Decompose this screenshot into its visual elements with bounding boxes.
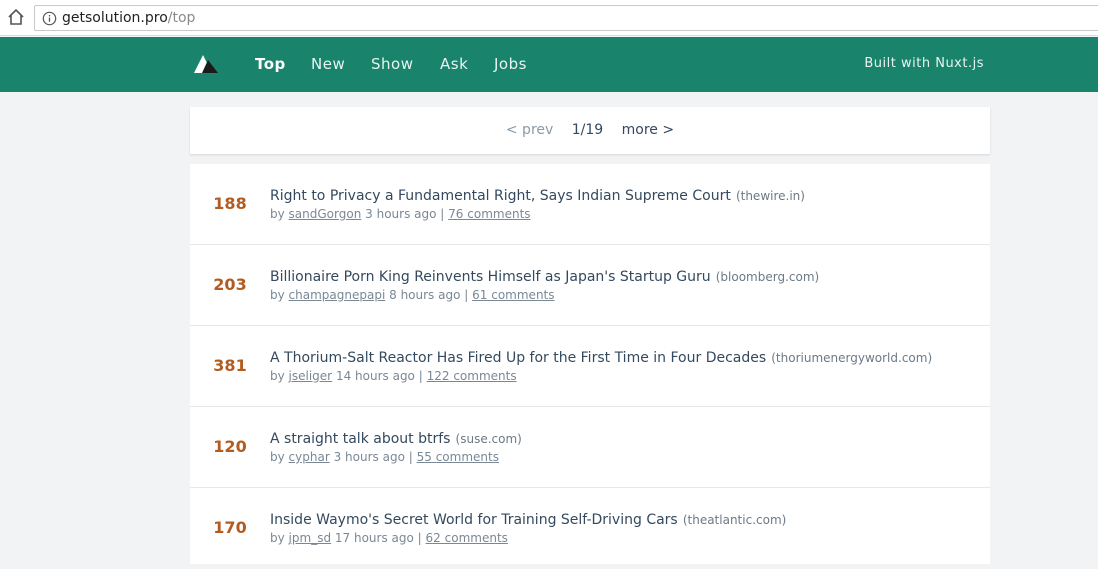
separator: |	[419, 369, 423, 383]
story-meta: by jpm_sd 17 hours ago | 62 comments	[270, 531, 508, 545]
comments-link[interactable]: 55 comments	[417, 450, 499, 464]
browser-address-bar: getsolution.pro/top	[0, 0, 1098, 36]
url-text[interactable]: getsolution.pro/top	[62, 10, 195, 26]
story-host: (thoriumenergyworld.com)	[771, 351, 932, 365]
nav-jobs[interactable]: Jobs	[494, 55, 527, 73]
story-title[interactable]: Inside Waymo's Secret World for Training…	[270, 512, 678, 528]
url-field[interactable]: getsolution.pro/top	[34, 5, 1098, 31]
built-with-link[interactable]: Built with Nuxt.js	[864, 56, 984, 71]
score: 188	[190, 194, 270, 213]
story-meta: by champagnepapi 8 hours ago | 61 commen…	[270, 288, 555, 302]
separator: |	[418, 531, 422, 545]
time-ago: 3 hours ago	[334, 450, 405, 464]
url-host: getsolution.pro	[62, 10, 168, 26]
story-title[interactable]: Right to Privacy a Fundamental Right, Sa…	[270, 188, 731, 204]
more-link[interactable]: more >	[622, 122, 674, 138]
score: 120	[190, 437, 270, 456]
by-label: by	[270, 369, 285, 383]
author-link[interactable]: sandGorgon	[289, 207, 362, 221]
nav-ask[interactable]: Ask	[440, 55, 468, 73]
author-link[interactable]: champagnepapi	[289, 288, 386, 302]
nav-top[interactable]: Top	[255, 55, 286, 73]
story-host: (thewire.in)	[736, 189, 805, 203]
news-list: 188 Right to Privacy a Fundamental Right…	[190, 164, 990, 564]
author-link[interactable]: jseliger	[289, 369, 333, 383]
page-count: 1/19	[572, 122, 603, 138]
info-icon[interactable]	[42, 11, 57, 26]
site-header: Top New Show Ask Jobs Built with Nuxt.js	[0, 37, 1098, 92]
story-meta: by cyphar 3 hours ago | 55 comments	[270, 450, 499, 464]
by-label: by	[270, 531, 285, 545]
comments-link[interactable]: 61 comments	[472, 288, 554, 302]
story-title[interactable]: Billionaire Porn King Reinvents Himself …	[270, 269, 711, 285]
by-label: by	[270, 288, 285, 302]
news-item: 170 Inside Waymo's Secret World for Trai…	[190, 488, 990, 569]
url-path: /top	[168, 10, 196, 26]
nav-show[interactable]: Show	[371, 55, 413, 73]
story-title[interactable]: A Thorium-Salt Reactor Has Fired Up for …	[270, 350, 766, 366]
separator: |	[409, 450, 413, 464]
nav-new[interactable]: New	[311, 55, 345, 73]
news-item: 120 A straight talk about btrfs (suse.co…	[190, 407, 990, 488]
story-meta: by sandGorgon 3 hours ago | 76 comments	[270, 207, 531, 221]
news-item: 203 Billionaire Porn King Reinvents Hims…	[190, 245, 990, 326]
score: 170	[190, 518, 270, 537]
author-link[interactable]: cyphar	[289, 450, 330, 464]
separator: |	[440, 207, 444, 221]
time-ago: 17 hours ago	[335, 531, 414, 545]
story-meta: by jseliger 14 hours ago | 122 comments	[270, 369, 517, 383]
time-ago: 14 hours ago	[336, 369, 415, 383]
separator: |	[464, 288, 468, 302]
comments-link[interactable]: 62 comments	[426, 531, 508, 545]
time-ago: 8 hours ago	[389, 288, 460, 302]
by-label: by	[270, 207, 285, 221]
author-link[interactable]: jpm_sd	[289, 531, 332, 545]
news-item: 188 Right to Privacy a Fundamental Right…	[190, 164, 990, 245]
comments-link[interactable]: 122 comments	[427, 369, 517, 383]
comments-link[interactable]: 76 comments	[448, 207, 530, 221]
story-host: (suse.com)	[456, 432, 522, 446]
score: 381	[190, 356, 270, 375]
nuxt-logo-icon[interactable]	[194, 55, 218, 75]
score: 203	[190, 275, 270, 294]
time-ago: 3 hours ago	[365, 207, 436, 221]
by-label: by	[270, 450, 285, 464]
pager: < prev 1/19 more >	[190, 107, 990, 154]
news-item: 381 A Thorium-Salt Reactor Has Fired Up …	[190, 326, 990, 407]
story-title[interactable]: A straight talk about btrfs	[270, 431, 450, 447]
home-icon[interactable]	[6, 7, 26, 27]
story-host: (bloomberg.com)	[716, 270, 819, 284]
prev-link[interactable]: < prev	[506, 122, 553, 138]
story-host: (theatlantic.com)	[683, 513, 787, 527]
